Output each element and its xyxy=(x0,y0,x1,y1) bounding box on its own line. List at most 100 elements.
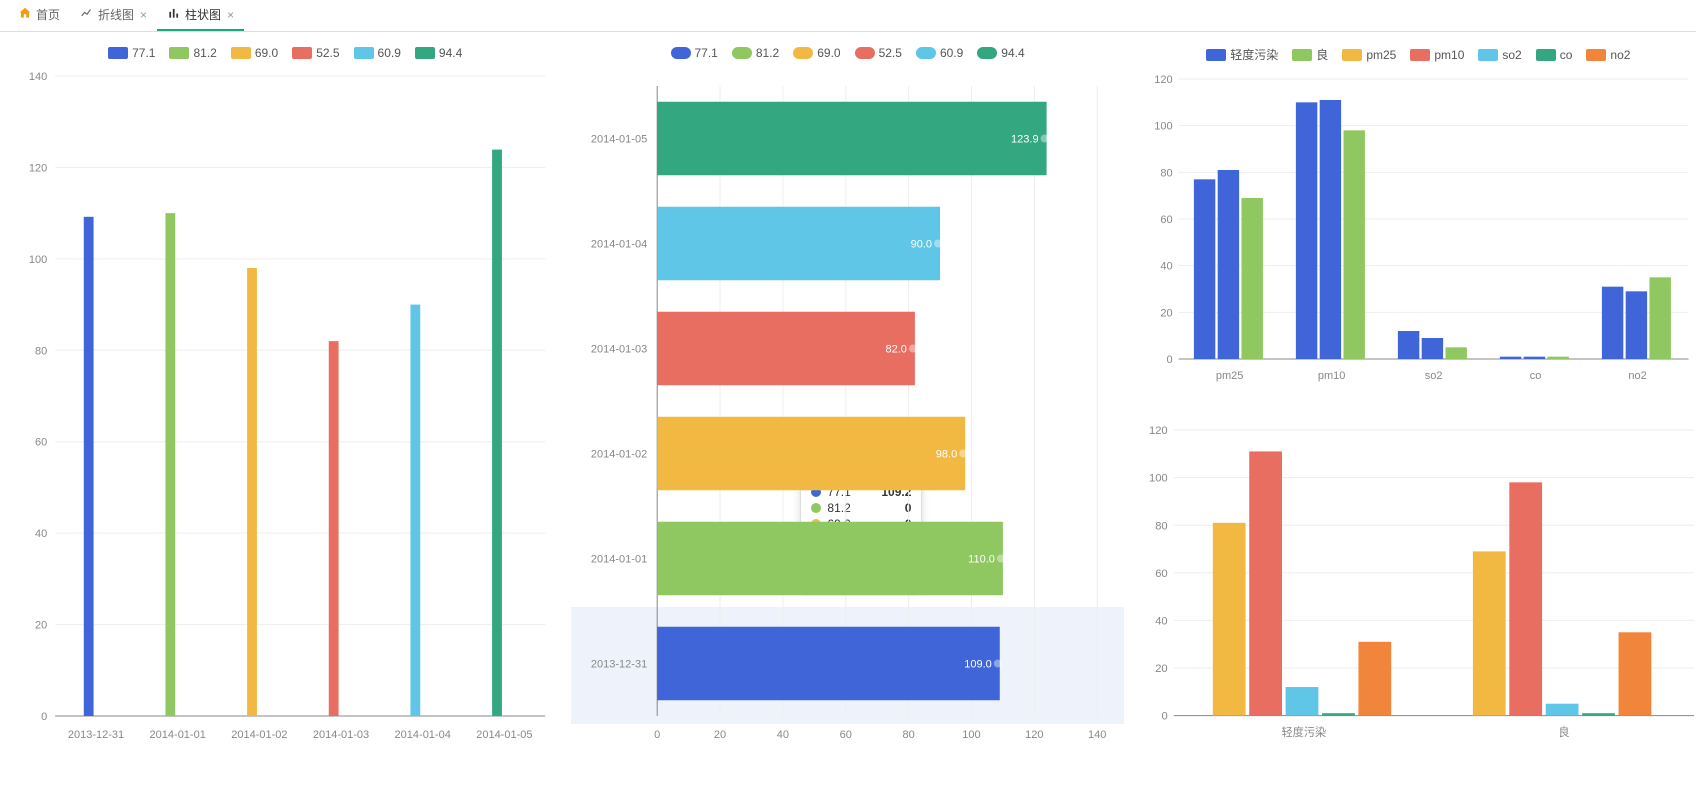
legend-label: pm25 xyxy=(1366,48,1396,62)
legend-label: 良 xyxy=(1316,46,1328,63)
legend-item[interactable]: 52.5 xyxy=(855,46,902,60)
svg-text:2014-01-04: 2014-01-04 xyxy=(591,239,647,251)
svg-text:2013-12-31: 2013-12-31 xyxy=(591,659,647,671)
svg-text:110.0: 110.0 xyxy=(969,554,996,566)
svg-text:pm25: pm25 xyxy=(1216,370,1244,382)
legend-item[interactable]: 60.9 xyxy=(916,46,963,60)
legend-label: 81.2 xyxy=(756,46,779,60)
svg-text:40: 40 xyxy=(1155,615,1167,627)
tab-home[interactable]: 首页 xyxy=(8,0,70,31)
legend-label: 69.0 xyxy=(817,46,840,60)
tab-bar-label: 柱状图 xyxy=(185,6,221,23)
home-icon xyxy=(18,6,32,23)
svg-text:80: 80 xyxy=(1155,520,1167,532)
svg-text:0: 0 xyxy=(655,729,661,741)
chart2[interactable]: 77.181.269.052.560.994.4 020406080100120… xyxy=(570,40,1124,787)
legend-item[interactable]: pm25 xyxy=(1342,46,1396,63)
legend-item[interactable]: 60.9 xyxy=(354,46,401,60)
legend-item[interactable]: 52.5 xyxy=(292,46,339,60)
chart1-plot: 0 20 40 60 80 100 120 140 2013-12-31 2014-01-01 20… xyxy=(8,66,562,756)
svg-text:140: 140 xyxy=(29,71,47,83)
chart1-legend: 77.1 81.2 69.0 52.5 60.9 94.4 xyxy=(8,40,562,66)
chart2-plot: 020406080100120140109.02013-12-31110.020… xyxy=(570,66,1124,756)
svg-text:123.9: 123.9 xyxy=(1011,134,1039,146)
svg-text:2014-01-04: 2014-01-04 xyxy=(395,729,451,741)
chart4-plot: 0 20 40 60 80 100 120 轻度污染 良 xyxy=(1133,418,1696,748)
svg-text:120: 120 xyxy=(1149,425,1168,437)
tab-line-chart[interactable]: 折线图 × xyxy=(70,0,157,31)
legend-label: 94.4 xyxy=(1001,46,1024,60)
legend-item[interactable]: co xyxy=(1536,46,1573,63)
svg-text:2013-12-31: 2013-12-31 xyxy=(68,729,124,741)
svg-text:100: 100 xyxy=(1154,121,1172,133)
legend-label: 77.1 xyxy=(132,46,155,60)
chart3-plot: 020406080100120pm25pm10so2cono2 xyxy=(1133,69,1696,389)
legend-item[interactable]: 轻度污染 xyxy=(1206,46,1278,63)
svg-text:20: 20 xyxy=(35,620,47,632)
chart3-legend: 轻度污染 良 pm25 pm10 so2 co no2 xyxy=(1133,40,1696,69)
legend-item[interactable]: so2 xyxy=(1478,46,1521,63)
svg-text:0: 0 xyxy=(41,711,47,723)
svg-text:0: 0 xyxy=(1161,710,1167,722)
svg-text:80: 80 xyxy=(35,345,47,357)
legend-label: 60.9 xyxy=(940,46,963,60)
legend-label: 轻度污染 xyxy=(1230,46,1278,63)
close-icon[interactable]: × xyxy=(227,8,234,22)
svg-text:2014-01-02: 2014-01-02 xyxy=(591,449,647,461)
svg-text:no2: no2 xyxy=(1628,370,1646,382)
legend-item[interactable]: 良 xyxy=(1292,46,1328,63)
svg-text:2014-01-01: 2014-01-01 xyxy=(591,554,647,566)
svg-text:60: 60 xyxy=(1155,567,1167,579)
chart3[interactable]: 轻度污染良pm25pm10so2cono2 020406080100120pm2… xyxy=(1133,40,1696,410)
svg-text:60: 60 xyxy=(840,729,852,741)
close-icon[interactable]: × xyxy=(140,8,147,22)
svg-text:良: 良 xyxy=(1558,724,1569,738)
svg-text:20: 20 xyxy=(1155,663,1167,675)
svg-text:so2: so2 xyxy=(1425,370,1443,382)
svg-text:100: 100 xyxy=(1149,472,1168,484)
svg-text:100: 100 xyxy=(29,254,47,266)
charts-container: 77.1 81.2 69.0 52.5 60.9 94.4 0 20 40 60 80 100 120… xyxy=(0,32,1696,795)
legend-item[interactable]: 94.4 xyxy=(415,46,462,60)
svg-text:40: 40 xyxy=(35,528,47,540)
svg-text:2014-01-03: 2014-01-03 xyxy=(591,344,647,356)
legend-item[interactable]: 81.2 xyxy=(732,46,779,60)
svg-text:co: co xyxy=(1530,370,1542,382)
svg-text:2014-01-03: 2014-01-03 xyxy=(313,729,369,741)
svg-text:120: 120 xyxy=(29,162,47,174)
tab-bar-chart[interactable]: 柱状图 × xyxy=(157,0,244,31)
svg-text:80: 80 xyxy=(1160,167,1172,179)
legend-item[interactable]: 69.0 xyxy=(231,46,278,60)
svg-text:2014-01-02: 2014-01-02 xyxy=(231,729,287,741)
legend-label: 77.1 xyxy=(695,46,718,60)
svg-text:120: 120 xyxy=(1026,729,1044,741)
svg-text:2014-01-05: 2014-01-05 xyxy=(476,729,532,741)
svg-text:2014-01-05: 2014-01-05 xyxy=(591,134,647,146)
chart1[interactable]: 77.1 81.2 69.0 52.5 60.9 94.4 0 20 40 60 80 100 120… xyxy=(8,40,562,787)
svg-text:0: 0 xyxy=(1166,354,1172,366)
svg-text:40: 40 xyxy=(1160,261,1172,273)
chart4[interactable]: 0 20 40 60 80 100 120 轻度污染 良 xyxy=(1133,418,1696,788)
legend-label: 94.4 xyxy=(439,46,462,60)
tab-home-label: 首页 xyxy=(36,6,60,23)
svg-text:80: 80 xyxy=(903,729,915,741)
svg-text:98.0: 98.0 xyxy=(936,449,957,461)
legend-item[interactable]: pm10 xyxy=(1410,46,1464,63)
svg-text:109.0: 109.0 xyxy=(965,659,993,671)
legend-item[interactable]: 69.0 xyxy=(793,46,840,60)
legend-item[interactable]: 94.4 xyxy=(977,46,1024,60)
legend-item[interactable]: no2 xyxy=(1586,46,1630,63)
legend-item[interactable]: 77.1 xyxy=(671,46,718,60)
legend-label: co xyxy=(1560,48,1573,62)
svg-text:pm10: pm10 xyxy=(1318,370,1346,382)
legend-item[interactable]: 77.1 xyxy=(108,46,155,60)
svg-text:60: 60 xyxy=(35,437,47,449)
svg-text:20: 20 xyxy=(1160,307,1172,319)
chart2-legend: 77.1 81.2 69.0 52.5 60.9 94.4 xyxy=(570,40,1124,66)
svg-text:2014-01-01: 2014-01-01 xyxy=(150,729,206,741)
tab-bar: 首页 折线图 × 柱状图 × xyxy=(0,0,1696,32)
legend-item[interactable]: 81.2 xyxy=(169,46,216,60)
legend-label: 81.2 xyxy=(193,46,216,60)
legend-label: pm10 xyxy=(1434,48,1464,62)
svg-text:轻度污染: 轻度污染 xyxy=(1281,724,1326,738)
